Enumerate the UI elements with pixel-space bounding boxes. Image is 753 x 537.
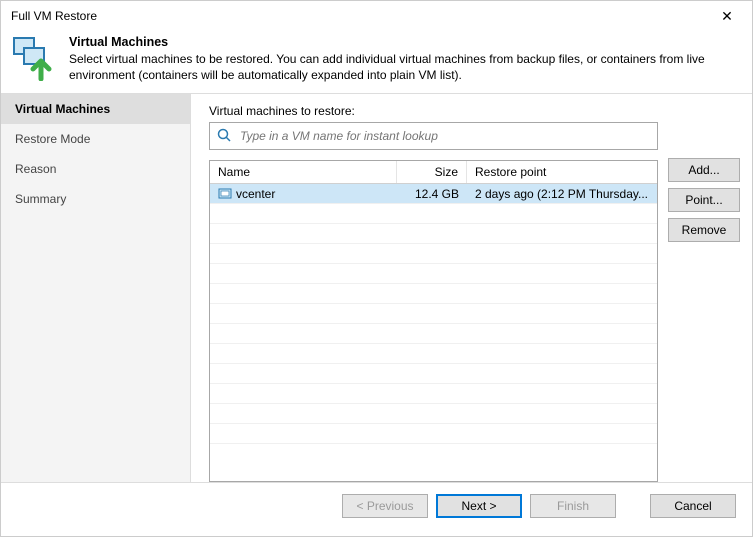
sidebar-item-virtual-machines[interactable]: Virtual Machines [1,94,190,124]
search-icon [216,127,232,146]
col-name[interactable]: Name [210,161,397,183]
sidebar-item-summary[interactable]: Summary [1,184,190,214]
vm-restore-icon [11,35,57,81]
search-input[interactable] [238,128,651,144]
cancel-button[interactable]: Cancel [650,494,736,518]
add-button[interactable]: Add... [668,158,740,182]
page-title: Virtual Machines [69,35,742,49]
cell-restore-point: 2 days ago (2:12 PM Thursday... [467,187,657,201]
col-restore-point[interactable]: Restore point [467,161,657,183]
cell-size: 12.4 GB [397,187,467,201]
point-button[interactable]: Point... [668,188,740,212]
vm-icon [218,187,232,201]
previous-button: < Previous [342,494,428,518]
page-description: Select virtual machines to be restored. … [69,51,742,83]
table-body: vcenter 12.4 GB 2 days ago (2:12 PM Thur… [210,184,657,481]
finish-button: Finish [530,494,616,518]
vm-table: Name Size Restore point vcenter 12.4 GB [209,160,658,482]
table-header: Name Size Restore point [210,161,657,184]
col-size[interactable]: Size [397,161,467,183]
close-icon[interactable]: ✕ [712,8,742,25]
sidebar-item-restore-mode[interactable]: Restore Mode [1,124,190,154]
wizard-footer: < Previous Next > Finish Cancel [1,482,752,528]
table-row[interactable]: vcenter 12.4 GB 2 days ago (2:12 PM Thur… [210,184,657,204]
wizard-header: Virtual Machines Select virtual machines… [1,31,752,93]
remove-button[interactable]: Remove [668,218,740,242]
cell-name: vcenter [236,187,275,201]
sidebar-item-reason[interactable]: Reason [1,154,190,184]
next-button[interactable]: Next > [436,494,522,518]
window-title: Full VM Restore [11,9,97,23]
vm-list-label: Virtual machines to restore: [209,104,658,118]
wizard-steps: Virtual Machines Restore Mode Reason Sum… [1,94,191,482]
titlebar: Full VM Restore ✕ [1,1,752,31]
search-field[interactable] [209,122,658,150]
